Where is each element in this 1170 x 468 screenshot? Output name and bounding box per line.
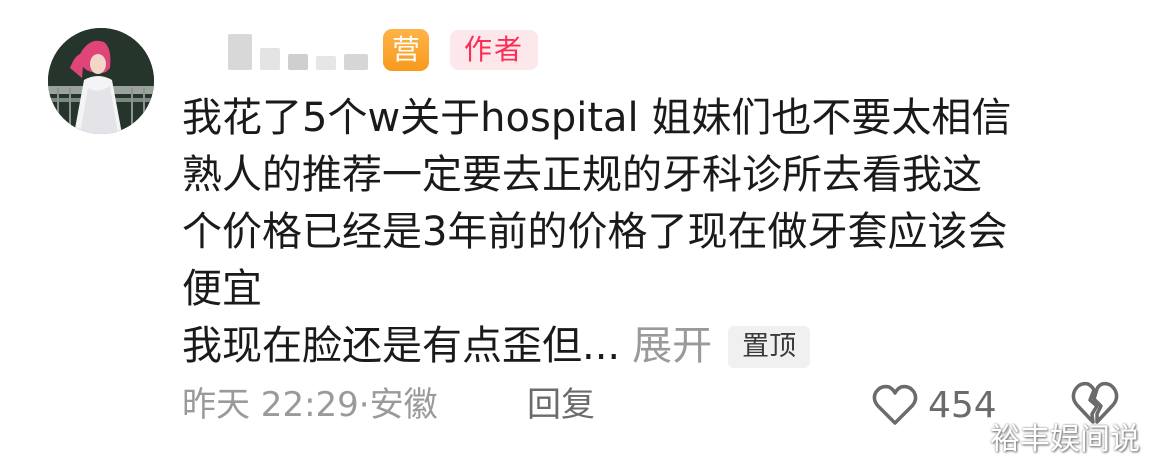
masked-char xyxy=(288,54,308,70)
comment-line: 便宜 xyxy=(182,266,262,312)
avatar[interactable] xyxy=(48,28,154,134)
timestamp: 昨天 22:29 xyxy=(182,385,359,425)
comment-line: 个价格已经是3年前的价格了现在做牙套应该会 xyxy=(182,209,1008,255)
username-masked[interactable] xyxy=(228,30,368,70)
like-button[interactable]: 454 xyxy=(872,380,997,430)
pinned-badge: 置顶 xyxy=(728,325,811,368)
expand-link[interactable]: 展开 xyxy=(632,318,712,375)
masked-char xyxy=(316,56,336,70)
masked-char xyxy=(344,54,368,70)
comment-line: 我现在脸还是有点歪但... xyxy=(182,323,621,369)
meta-separator: · xyxy=(358,385,370,425)
comment-meta: 昨天 22:29·安徽 xyxy=(182,380,438,430)
comment-line: 我花了5个w关于hospital 姐妹们也不要太相信 xyxy=(182,95,1012,141)
masked-char xyxy=(228,34,252,70)
comment-text[interactable]: 我花了5个w关于hospital 姐妹们也不要太相信 熟人的推荐一定要去正规的牙… xyxy=(182,90,1122,375)
watermark: 裕丰娱间说 xyxy=(990,422,1140,457)
heart-outline-icon xyxy=(872,384,918,425)
comment-line: 熟人的推荐一定要去正规的牙科诊所去看我这 xyxy=(182,152,982,198)
reply-button[interactable]: 回复 xyxy=(527,380,595,430)
author-badge: 作者 xyxy=(450,30,538,70)
like-count: 454 xyxy=(928,384,997,426)
avatar-image xyxy=(48,28,154,134)
location: 安徽 xyxy=(369,385,438,425)
business-badge: 营 xyxy=(383,29,429,71)
comment-last-line: 我现在脸还是有点歪但... 展开 置顶 xyxy=(182,318,1122,375)
masked-char xyxy=(260,48,280,70)
comment-item: 营 作者 我花了5个w关于hospital 姐妹们也不要太相信 熟人的推荐一定要… xyxy=(0,0,1170,468)
